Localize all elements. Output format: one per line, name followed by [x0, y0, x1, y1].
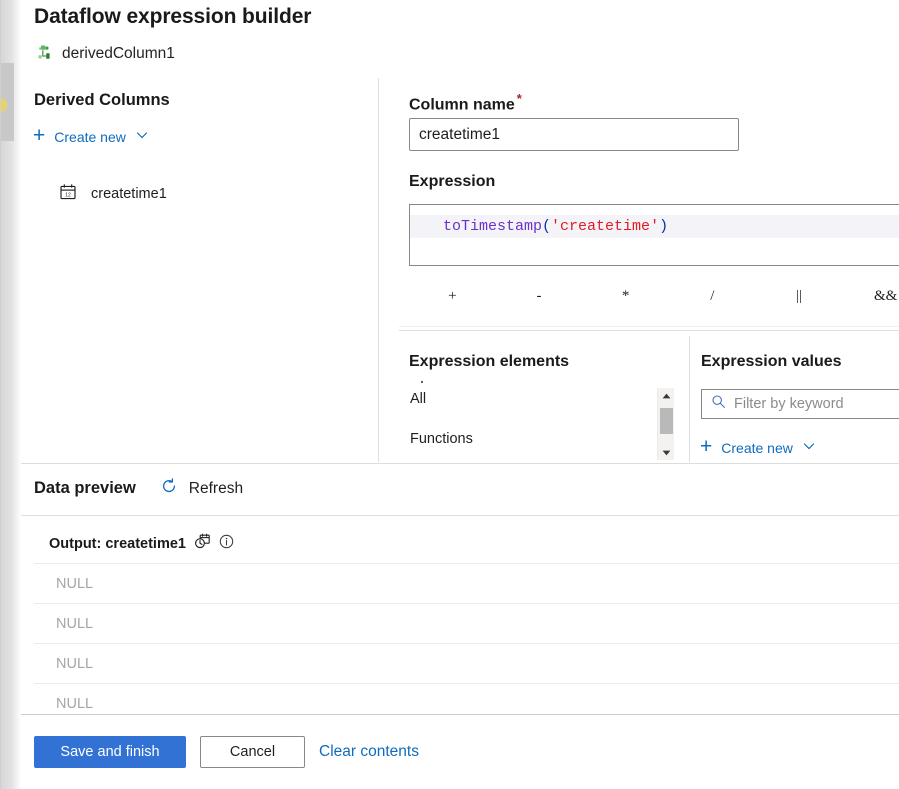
expression-token-open-paren: ( — [542, 218, 552, 235]
data-preview-rows: NULL NULL NULL NULL — [34, 563, 899, 723]
column-name-label-text: Column name — [409, 96, 515, 114]
operator-button-plus[interactable]: + — [409, 288, 496, 305]
data-preview-header-divider — [21, 515, 899, 516]
table-row[interactable]: NULL — [34, 683, 899, 723]
expression-values-filter-placeholder: Filter by keyword — [734, 396, 844, 412]
transformation-subtitle: derivedColumn1 — [34, 44, 175, 64]
create-new-column-button[interactable]: + Create new — [33, 124, 149, 147]
operator-button-and[interactable]: && — [842, 288, 899, 305]
timestamp-icon — [194, 533, 211, 554]
expression-panels-divider — [689, 336, 690, 462]
operator-button-asterisk[interactable]: * — [582, 288, 669, 305]
operator-button-slash[interactable]: / — [669, 288, 756, 305]
column-name-input[interactable] — [409, 118, 739, 151]
create-new-column-label: Create new — [54, 128, 126, 145]
refresh-icon — [160, 477, 178, 500]
svg-text:12: 12 — [65, 192, 71, 198]
info-icon[interactable] — [219, 534, 234, 553]
expression-editor-line[interactable]: toTimestamp('createtime') — [410, 215, 899, 238]
operator-button-minus[interactable]: - — [496, 288, 583, 305]
background-edge-rule — [0, 0, 1, 789]
derived-columns-heading: Derived Columns — [34, 91, 170, 109]
expression-token-function: toTimestamp — [443, 218, 543, 235]
page-title: Dataflow expression builder — [34, 5, 312, 28]
save-and-finish-button[interactable]: Save and finish — [34, 736, 186, 768]
expression-token-string: 'createtime' — [551, 218, 660, 235]
column-name-label: Column name * — [409, 91, 522, 114]
clear-contents-button[interactable]: Clear contents — [319, 743, 419, 761]
derived-column-list-item-label: createtime1 — [91, 186, 167, 202]
operator-button-or[interactable]: || — [756, 288, 843, 305]
scrollbar-thumb[interactable] — [660, 408, 673, 434]
expression-token-close-paren: ) — [659, 218, 669, 235]
caret-up-icon[interactable] — [658, 388, 675, 403]
derived-column-icon — [34, 44, 54, 64]
expression-elements-heading: Expression elements — [409, 353, 570, 370]
dialog-surface: Dataflow expression builder derivedColum… — [21, 0, 899, 789]
panel-divider-vertical — [378, 78, 379, 462]
cancel-button[interactable]: Cancel — [200, 736, 305, 768]
expression-builder-dialog: Dataflow expression builder derivedColum… — [0, 0, 899, 789]
transformation-name: derivedColumn1 — [62, 45, 175, 62]
section-divider — [399, 330, 899, 331]
expression-values-heading: Expression values — [701, 353, 842, 370]
create-new-value-button[interactable]: + Create new — [700, 435, 816, 458]
calendar-icon: 12 — [59, 183, 77, 205]
operator-toolbar: + - * / || && — [409, 278, 899, 314]
dialog-footer: Save and finish Cancel Clear contents — [34, 736, 419, 768]
section-divider-shadow — [399, 326, 899, 327]
data-preview-top-divider — [21, 463, 899, 464]
chevron-down-icon — [802, 439, 816, 456]
expression-elements-scrollbar[interactable] — [657, 388, 674, 460]
data-preview-title: Data preview — [34, 479, 136, 497]
expression-values-filter[interactable]: Filter by keyword — [701, 389, 899, 419]
search-icon — [711, 394, 726, 414]
refresh-label: Refresh — [188, 479, 244, 497]
table-row[interactable]: NULL — [34, 603, 899, 643]
table-row[interactable]: NULL — [34, 563, 899, 603]
data-preview-bottom-divider — [21, 714, 899, 715]
create-new-value-label: Create new — [721, 439, 793, 456]
expression-label: Expression — [409, 173, 496, 190]
data-preview-column-header: Output: createtime1 — [49, 533, 234, 554]
required-marker: * — [516, 91, 522, 106]
expression-element-functions[interactable]: Functions — [410, 431, 473, 447]
background-page-sliver — [0, 0, 21, 789]
refresh-button[interactable]: Refresh — [160, 477, 243, 500]
chevron-down-icon — [135, 128, 149, 145]
derived-column-list-item[interactable]: 12 createtime1 — [59, 183, 167, 205]
plus-icon: + — [700, 435, 713, 458]
expression-elements-bullet — [421, 381, 423, 383]
plus-icon: + — [33, 124, 46, 147]
data-preview-column-header-label: Output: createtime1 — [49, 535, 186, 552]
expression-editor[interactable]: toTimestamp('createtime') — [409, 204, 899, 266]
data-preview-header: Data preview Refresh — [34, 477, 243, 500]
table-row[interactable]: NULL — [34, 643, 899, 683]
expression-element-all[interactable]: All — [410, 391, 426, 407]
caret-down-icon[interactable] — [658, 445, 675, 460]
